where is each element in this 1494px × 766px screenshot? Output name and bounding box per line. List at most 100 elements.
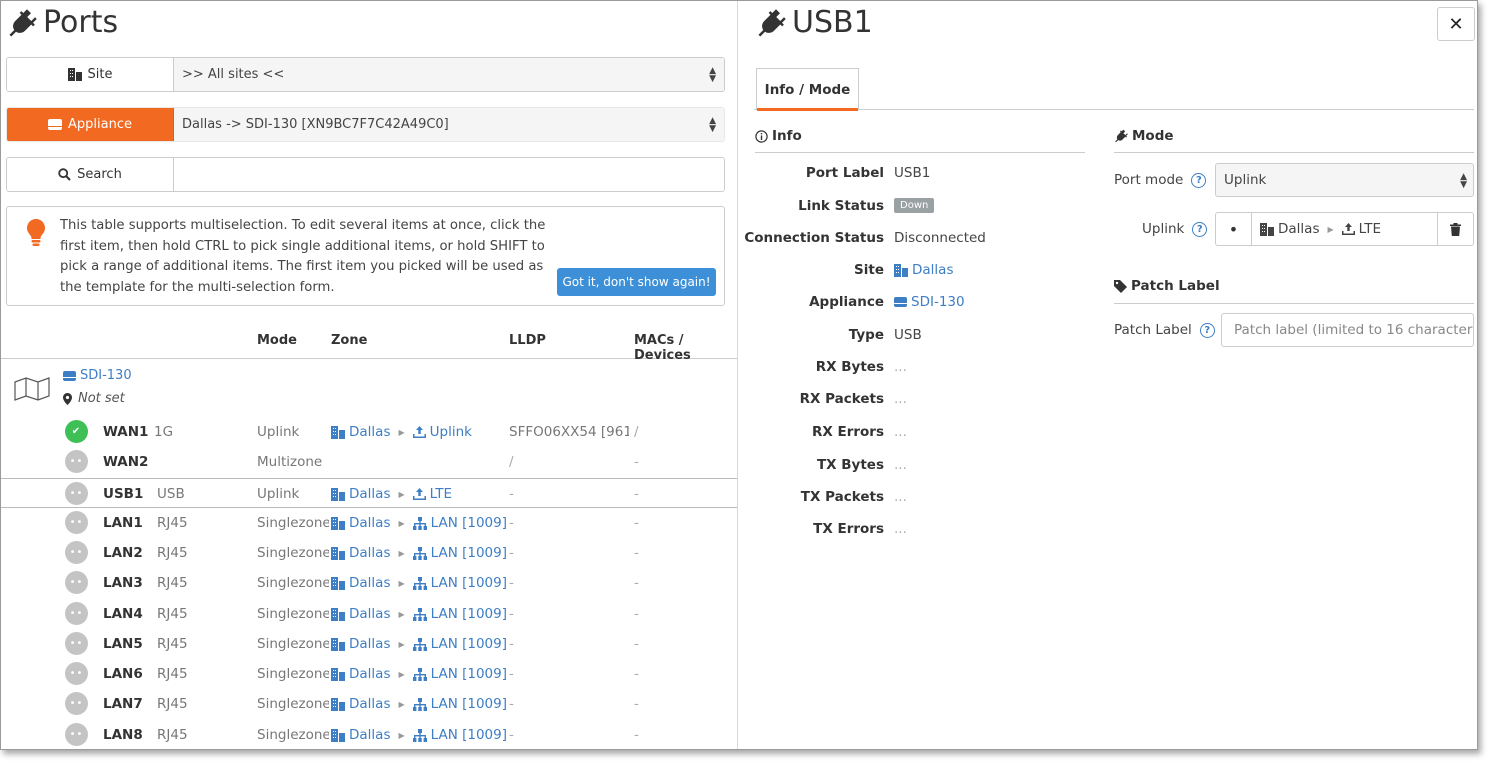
network-icon <box>412 728 427 742</box>
col-lldp[interactable]: LLDP <box>509 333 546 348</box>
zone-link[interactable]: Dallas ▶ Uplink <box>331 424 472 440</box>
port-type: RJ45 <box>157 696 188 712</box>
zone-link[interactable]: Dallas ▶ LAN [1009] <box>331 545 507 561</box>
port-mode: Uplink <box>257 486 300 502</box>
port-row-lan1[interactable]: •• LAN1 RJ45 Singlezone Dallas ▶ LAN [1009] - - <box>1 508 737 538</box>
port-macs: - <box>634 696 639 712</box>
port-row-usb1[interactable]: •• USB1 USB Uplink Dallas ▶ LTE - - <box>1 478 737 508</box>
search-row: Search <box>6 157 725 192</box>
status-inactive-icon: •• <box>65 723 88 746</box>
info-value-wrap: ... <box>894 521 907 537</box>
port-row-wan2[interactable]: •• WAN2 Multizone / - <box>1 447 737 477</box>
port-row-lan6[interactable]: •• LAN6 RJ45 Singlezone Dallas ▶ LAN [1009] - - <box>1 659 737 689</box>
search-label: Search <box>7 158 174 191</box>
info-value-wrap: ... <box>894 489 907 505</box>
zone-link[interactable]: Dallas ▶ LAN [1009] <box>331 606 507 622</box>
port-macs: - <box>634 515 639 531</box>
col-macs[interactable]: MACs / Devices <box>634 333 737 363</box>
appliance-filter: Appliance Dallas -> SDI-130 [XN9BC7F7C42… <box>6 107 725 142</box>
port-row-lan5[interactable]: •• LAN5 RJ45 Singlezone Dallas ▶ LAN [1009] - - <box>1 629 737 659</box>
zone-link[interactable]: Dallas ▶ LAN [1009] <box>331 727 507 743</box>
info-key: RX Bytes <box>815 359 884 375</box>
multiselect-notice: This table supports multiselection. To e… <box>6 206 725 306</box>
info-value-wrap: ... <box>894 424 907 440</box>
uplink-value[interactable]: Dallas ▶ LTE <box>1252 213 1437 245</box>
help-icon[interactable]: ? <box>1191 172 1207 188</box>
site-link[interactable]: Dallas <box>894 262 953 278</box>
window: Ports Site >> All sites << ▲ ▼ Appliance … <box>0 0 1478 750</box>
port-mode: Singlezone <box>257 696 329 712</box>
zone-link[interactable]: Dallas ▶ LTE <box>331 486 452 502</box>
status-badge: Down <box>894 198 935 213</box>
port-name: LAN2 <box>103 545 143 561</box>
port-row-lan7[interactable]: •• LAN7 RJ45 Singlezone Dallas ▶ LAN [1009] - - <box>1 689 737 719</box>
info-key: TX Bytes <box>816 457 884 473</box>
port-type: RJ45 <box>157 515 188 531</box>
info-icon <box>755 129 768 143</box>
port-row-lan2[interactable]: •• LAN2 RJ45 Singlezone Dallas ▶ LAN [1009] - - <box>1 538 737 568</box>
zone-link[interactable]: Dallas ▶ LAN [1009] <box>331 666 507 682</box>
port-type: RJ45 <box>157 666 188 682</box>
patch-label-input[interactable]: Patch label (limited to 16 characters) <box>1221 313 1474 347</box>
port-mode: Singlezone <box>257 727 329 743</box>
search-input[interactable] <box>174 158 724 191</box>
ports-title: Ports <box>7 5 118 40</box>
patch-label: Patch Label ? <box>1114 322 1215 338</box>
info-key: TX Packets <box>800 489 884 505</box>
info-key: Appliance <box>809 294 884 310</box>
close-button[interactable]: ✕ <box>1437 7 1475 41</box>
help-icon[interactable]: ? <box>1192 221 1208 237</box>
port-row-lan4[interactable]: •• LAN4 RJ45 Singlezone Dallas ▶ LAN [1009] - - <box>1 599 737 629</box>
zone-link[interactable]: Dallas ▶ LAN [1009] <box>331 636 507 652</box>
port-type: RJ45 <box>157 545 188 561</box>
port-type: RJ45 <box>157 636 188 652</box>
port-mode-select[interactable]: Uplink ▲ ▼ <box>1215 163 1474 197</box>
appliance-icon <box>48 119 62 130</box>
appliance-link[interactable]: SDI-130 <box>63 368 132 383</box>
port-row-lan8[interactable]: •• LAN8 RJ45 Singlezone Dallas ▶ LAN [1009] - - <box>1 720 737 749</box>
zone-link[interactable]: Dallas ▶ LAN [1009] <box>331 575 507 591</box>
port-lldp: - <box>509 727 514 743</box>
detail-title: USB1 <box>756 5 873 40</box>
port-mode-label: Port mode ? <box>1114 172 1207 188</box>
zone-link[interactable]: Dallas ▶ LAN [1009] <box>331 515 507 531</box>
select-arrows-icon: ▲ ▼ <box>1460 172 1467 190</box>
info-value: USB1 <box>894 165 931 181</box>
help-icon[interactable]: ? <box>1199 322 1215 338</box>
port-mode: Singlezone <box>257 575 329 591</box>
select-arrows-icon: ▲ ▼ <box>709 66 716 84</box>
port-type: USB <box>157 486 185 502</box>
info-value: ... <box>894 391 907 407</box>
port-row-lan3[interactable]: •• LAN3 RJ45 Singlezone Dallas ▶ LAN [1009] - - <box>1 568 737 598</box>
info-value-wrap: Dallas <box>894 262 953 278</box>
uplink-toggle-button[interactable]: • <box>1216 213 1252 245</box>
uplink-delete-button[interactable] <box>1437 213 1473 245</box>
select-arrows-icon: ▲ ▼ <box>709 116 716 134</box>
port-name: LAN7 <box>103 696 143 712</box>
col-mode[interactable]: Mode <box>257 333 297 348</box>
network-icon <box>412 667 427 681</box>
tab-info-mode[interactable]: Info / Mode <box>756 68 859 111</box>
appliance-location: Not set <box>63 391 125 406</box>
network-icon <box>412 607 427 621</box>
dismiss-notice-button[interactable]: Got it, don't show again! <box>557 268 716 296</box>
network-icon <box>412 637 427 651</box>
info-row: RX Errors... <box>754 424 1084 448</box>
col-zone[interactable]: Zone <box>331 333 367 348</box>
caret-right-icon: ▶ <box>398 609 405 619</box>
building-icon <box>894 263 908 277</box>
status-inactive-icon: •• <box>65 450 88 473</box>
upload-icon <box>412 488 426 500</box>
site-select[interactable]: >> All sites << ▲ ▼ <box>174 58 724 91</box>
zone-link[interactable]: Dallas ▶ LAN [1009] <box>331 696 507 712</box>
appliance-link[interactable]: SDI-130 <box>894 294 965 310</box>
port-lldp: - <box>509 486 514 502</box>
search-icon <box>58 168 71 181</box>
caret-right-icon: ▶ <box>398 427 405 437</box>
info-divider <box>755 152 1085 153</box>
appliance-select[interactable]: Dallas -> SDI-130 [XN9BC7F7C42A49C0] ▲ ▼ <box>174 108 724 141</box>
port-mode: Multizone <box>257 454 323 470</box>
port-row-wan1[interactable]: ✔ WAN1 1G Uplink Dallas ▶ Uplink SFFO06XX54 [96… <box>1 417 737 447</box>
port-macs: / <box>634 424 639 440</box>
tag-icon <box>1114 279 1127 293</box>
